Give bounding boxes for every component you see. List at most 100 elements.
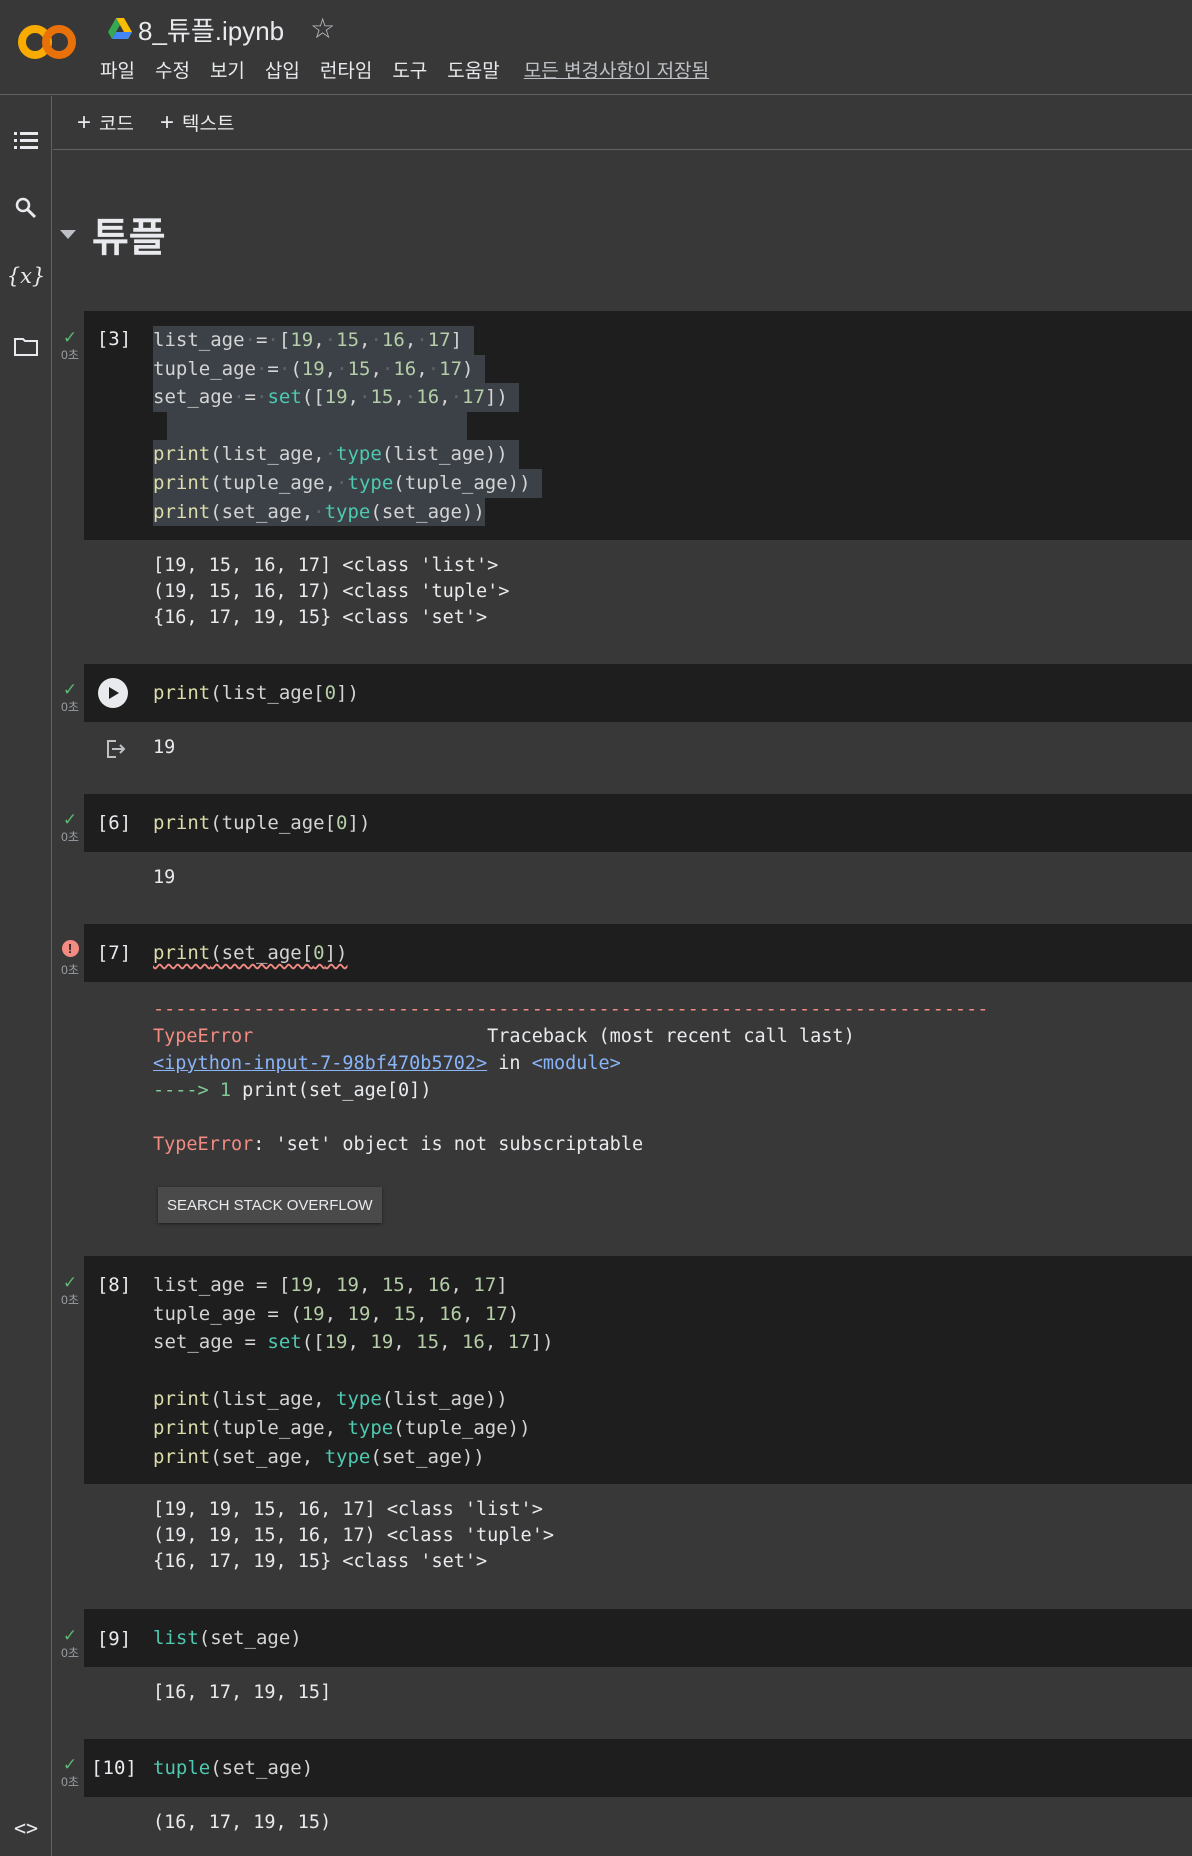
toc-icon[interactable]: [10, 124, 42, 156]
code-editor[interactable]: list_age = [19, 19, 15, 16, 17] tuple_age…: [153, 1271, 554, 1471]
execution-count: [6]: [96, 812, 132, 834]
add-code-button[interactable]: + 코드: [77, 109, 134, 136]
menu-tools[interactable]: 도구: [392, 56, 427, 83]
module-name: <module>: [531, 1053, 621, 1074]
plus-icon: +: [77, 108, 92, 136]
code-line: tuple_age = (19, 19, 15, 16, 17): [153, 1302, 520, 1325]
code-line: print(tuple_age,·type(tuple_age)): [153, 468, 542, 498]
menu-view[interactable]: 보기: [210, 56, 245, 83]
elapsed-time: 0초: [61, 700, 79, 714]
drive-icon[interactable]: [108, 18, 132, 40]
output-line: (19, 19, 15, 16, 17) <class 'tuple'>: [153, 1525, 554, 1546]
output-redirect-icon[interactable]: [104, 737, 128, 766]
output-line: [16, 17, 19, 15]: [153, 1682, 332, 1703]
check-icon: ✓: [62, 1755, 78, 1774]
code-line: [167, 411, 467, 441]
cell-status: ✓ 0초: [56, 811, 84, 845]
code-line: print(list_age, type(list_age)): [153, 1388, 508, 1411]
plus-icon: +: [159, 108, 174, 136]
output-line: 19: [153, 867, 176, 888]
error-code: print(set_age[0]): [230, 1080, 432, 1101]
execution-count: [9]: [96, 1628, 132, 1650]
error-output: ----------------------------------------…: [153, 996, 988, 1158]
output-line: (16, 17, 19, 15): [153, 1812, 332, 1833]
error-type: TypeError: [153, 1026, 254, 1047]
left-sidebar: {𝑥} <>: [0, 96, 52, 1856]
code-editor[interactable]: print(list_age[0]): [153, 679, 359, 708]
cell-status: ✓ 0초: [56, 1755, 84, 1790]
code-line: set_age·=·set([19,·15,·16,·17]): [153, 383, 520, 412]
output-line: [19, 15, 16, 17] <class 'list'>: [153, 555, 499, 576]
code-editor[interactable]: print(set_age[0]): [153, 939, 348, 968]
save-status[interactable]: 모든 변경사항이 저장됨: [524, 56, 709, 83]
code-line: print(set_age,·type(set_age)): [153, 497, 485, 527]
cell-status: ✓ 0초: [56, 681, 84, 715]
folder-icon[interactable]: [10, 330, 42, 362]
execution-count: [8]: [96, 1274, 132, 1296]
code-editor[interactable]: list(set_age): [153, 1624, 302, 1653]
star-icon[interactable]: ☆: [310, 15, 335, 43]
header: 8_튜플.ipynb ☆ 파일 수정 보기 삽입 런타임 도구 도움말 모든 변…: [0, 0, 1192, 95]
menu-help[interactable]: 도움말: [447, 56, 499, 83]
code-line: set_age = set([19, 19, 15, 16, 17]): [153, 1331, 554, 1354]
output-line: {16, 17, 19, 15} <class 'set'>: [153, 607, 488, 628]
code-editor[interactable]: tuple(set_age): [153, 1754, 313, 1783]
cell-output: 19: [153, 865, 175, 891]
elapsed-time: 0초: [61, 348, 79, 362]
cell-status: ✓ 0초: [56, 1626, 84, 1661]
code-line: print(tuple_age, type(tuple_age)): [153, 1416, 531, 1439]
code-editor[interactable]: print(tuple_age[0]): [153, 809, 370, 838]
code-snippets-icon[interactable]: <>: [10, 1812, 42, 1844]
cell-status: ! 0초: [56, 940, 84, 978]
colab-logo[interactable]: [16, 22, 78, 62]
menu-insert[interactable]: 삽입: [265, 56, 300, 83]
search-icon[interactable]: [10, 192, 42, 224]
elapsed-time: 0초: [61, 830, 79, 844]
elapsed-time: 0초: [61, 1775, 79, 1789]
menu-file[interactable]: 파일: [100, 56, 135, 83]
cell-status: ✓ 0초: [56, 1273, 84, 1308]
code-editor[interactable]: list_age·=·[19,·15,·16,·17] tuple_age·=·…: [153, 326, 542, 527]
search-stack-overflow-button[interactable]: SEARCH STACK OVERFLOW: [158, 1187, 382, 1223]
collapse-triangle-icon[interactable]: [60, 229, 76, 239]
elapsed-time: 0초: [61, 963, 79, 977]
add-text-button[interactable]: + 텍스트: [160, 109, 234, 136]
section-heading: 튜플: [60, 205, 166, 263]
in-text: in: [487, 1053, 532, 1074]
error-location: <ipython-input-7-98bf470b5702> in <modul…: [153, 1050, 988, 1077]
add-code-label: 코드: [99, 114, 134, 135]
error-arrow: ----> 1: [153, 1080, 231, 1101]
variables-icon[interactable]: {𝑥}: [7, 260, 46, 292]
check-icon: ✓: [62, 1626, 78, 1645]
run-cell-button[interactable]: [98, 678, 128, 708]
code-line: list_age = [19, 19, 15, 16, 17]: [153, 1274, 508, 1296]
add-text-label: 텍스트: [182, 114, 235, 135]
code-line: print(set_age, type(set_age)): [153, 1445, 485, 1468]
menu-runtime[interactable]: 런타임: [320, 56, 372, 83]
cell-status: ✓ 0초: [56, 328, 84, 363]
error-icon: !: [61, 940, 79, 957]
check-icon: ✓: [62, 328, 78, 347]
cell-output: [16, 17, 19, 15]: [153, 1680, 331, 1706]
output-line: {16, 17, 19, 15} <class 'set'>: [153, 1551, 488, 1572]
cell-output: (16, 17, 19, 15): [153, 1810, 331, 1836]
error-divider: ----------------------------------------…: [153, 999, 989, 1020]
code-line: list_age·=·[19,·15,·16,·17]: [153, 326, 474, 355]
error-message-text: : 'set' object is not subscriptable: [253, 1134, 644, 1155]
elapsed-time: 0초: [61, 1646, 79, 1660]
menu-edit[interactable]: 수정: [155, 56, 190, 83]
notebook-title[interactable]: 8_튜플.ipynb: [138, 11, 284, 48]
section-title: 튜플: [92, 216, 166, 260]
cell-output: [19, 15, 16, 17] <class 'list'> (19, 15, …: [153, 553, 509, 631]
code-line: tuple_age·=·(19,·15,·16,·17): [153, 354, 485, 384]
output-line: [19, 19, 15, 16, 17] <class 'list'>: [153, 1499, 543, 1520]
output-line: 19: [153, 737, 176, 758]
check-icon: ✓: [62, 1273, 78, 1292]
error-message: TypeError: 'set' object is not subscript…: [153, 1131, 988, 1158]
error-header: TypeError Traceback (most recent call la…: [153, 1023, 988, 1050]
title-row: 8_튜플.ipynb ☆: [108, 12, 335, 46]
execution-count: [10]: [91, 1757, 137, 1779]
traceback-link[interactable]: <ipython-input-7-98bf470b5702>: [153, 1053, 487, 1074]
execution-count: [7]: [96, 942, 132, 964]
